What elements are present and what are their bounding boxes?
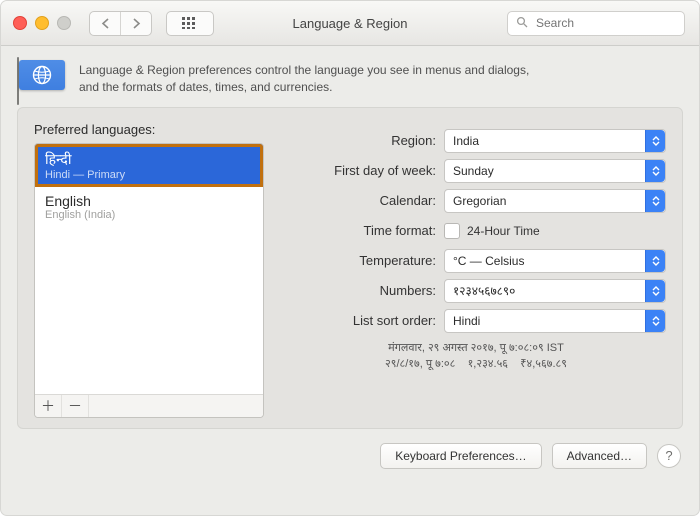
stepper-icon (645, 130, 665, 152)
temperature-value: °C — Celsius (453, 254, 524, 268)
format-sample: मंगलवार, २९ अगस्त २०१७, पू ७:०८:०९ IST २… (286, 340, 666, 373)
intro: Language & Region preferences control th… (1, 46, 699, 107)
main-panel: Preferred languages: हिन्दी Hindi — Prim… (17, 107, 683, 429)
titlebar: Language & Region (1, 1, 699, 46)
numbers-label: Numbers: (286, 283, 444, 298)
sort-order-label: List sort order: (286, 313, 444, 328)
stepper-icon (645, 250, 665, 272)
language-native: हिन्दी (45, 150, 253, 169)
help-button[interactable]: ? (657, 444, 681, 468)
language-detail: Hindi — Primary (45, 169, 253, 181)
time-format-value: 24-Hour Time (467, 224, 540, 238)
language-item-english[interactable]: English English (India) (35, 187, 263, 227)
stepper-icon (645, 280, 665, 302)
numbers-value: १२३४५६७८९० (453, 282, 515, 299)
region-value: India (453, 134, 479, 148)
window-controls (13, 16, 71, 30)
intro-line-1: Language & Region preferences control th… (79, 62, 529, 79)
search-input[interactable] (534, 15, 693, 31)
remove-language-button[interactable]: － (62, 395, 89, 417)
close-window-button[interactable] (13, 16, 27, 30)
footer: Keyboard Preferences… Advanced… ? (1, 429, 699, 469)
intro-text: Language & Region preferences control th… (79, 60, 529, 97)
stepper-icon (645, 160, 665, 182)
region-settings: Region: India First day of week: Sunday … (286, 122, 666, 418)
minimize-window-button[interactable] (35, 16, 49, 30)
stepper-icon (645, 190, 665, 212)
calendar-value: Gregorian (453, 194, 506, 208)
calendar-label: Calendar: (286, 193, 444, 208)
add-language-button[interactable]: ＋ (35, 395, 62, 417)
sample-line-2: २९/८/१७, पू ७:०८ १,२३४.५६ ₹४,५६७.८९ (286, 356, 666, 373)
languages-list-footer: ＋ － (35, 394, 263, 417)
sort-order-value: Hindi (453, 314, 480, 328)
time-format-label: Time format: (286, 223, 444, 238)
forward-button[interactable] (120, 12, 151, 35)
time-format-checkbox[interactable] (444, 223, 460, 239)
back-button[interactable] (90, 12, 120, 35)
first-day-label: First day of week: (286, 163, 444, 178)
region-label: Region: (286, 133, 444, 148)
advanced-button[interactable]: Advanced… (552, 443, 647, 469)
languages-list[interactable]: हिन्दी Hindi — Primary English English (… (35, 144, 263, 394)
sample-line-1: मंगलवार, २९ अगस्त २०१७, पू ७:०८:०९ IST (286, 340, 666, 357)
keyboard-preferences-button[interactable]: Keyboard Preferences… (380, 443, 541, 469)
zoom-window-button[interactable] (57, 16, 71, 30)
numbers-select[interactable]: १२३४५६७८९० (444, 279, 666, 303)
language-detail: English (India) (45, 209, 253, 221)
sort-order-select[interactable]: Hindi (444, 309, 666, 333)
preferences-window: Language & Region Language & Region pref… (0, 0, 700, 516)
show-all-button[interactable] (166, 11, 214, 36)
search-field[interactable] (507, 11, 685, 36)
stepper-icon (645, 310, 665, 332)
temperature-label: Temperature: (286, 253, 444, 268)
globe-flag-icon (19, 60, 65, 97)
temperature-select[interactable]: °C — Celsius (444, 249, 666, 273)
calendar-select[interactable]: Gregorian (444, 189, 666, 213)
preferred-languages-label: Preferred languages: (34, 122, 264, 137)
language-native: English (45, 193, 253, 209)
intro-line-2: and the formats of dates, times, and cur… (79, 79, 529, 96)
first-day-select[interactable]: Sunday (444, 159, 666, 183)
first-day-value: Sunday (453, 164, 494, 178)
language-item-hindi[interactable]: हिन्दी Hindi — Primary (35, 144, 263, 187)
search-icon (516, 16, 528, 31)
nav-buttons (89, 11, 152, 36)
languages-listbox: हिन्दी Hindi — Primary English English (… (34, 143, 264, 418)
region-select[interactable]: India (444, 129, 666, 153)
preferred-languages-section: Preferred languages: हिन्दी Hindi — Prim… (34, 122, 264, 418)
